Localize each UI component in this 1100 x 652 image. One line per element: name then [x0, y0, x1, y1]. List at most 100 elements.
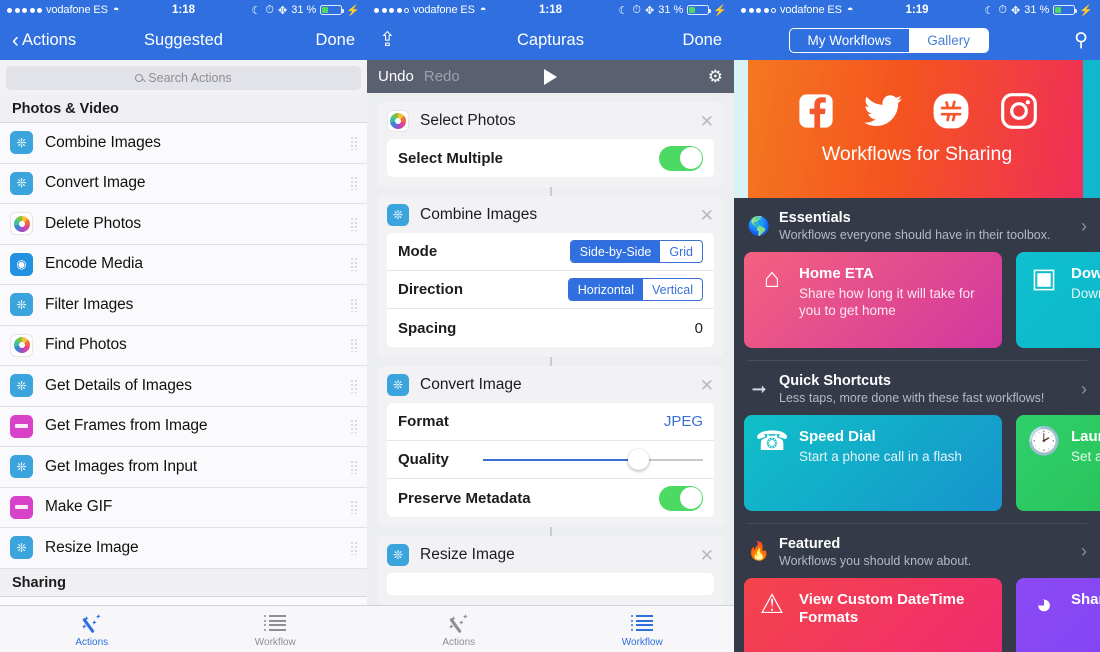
category-header-quick-shortcuts[interactable]: ➞ Quick Shortcuts Less taps, more done w…	[734, 361, 1100, 415]
card-header: ❊ Resize Image ✕	[377, 536, 724, 573]
workflow-steps-list[interactable]: Select Photos ✕ Select Multiple ❊ Combin…	[367, 93, 734, 605]
action-row-delete-photos[interactable]: Delete Photos	[0, 204, 367, 245]
actions-list[interactable]: Photos & Video ❊ Combine Images ❊ Conver…	[0, 95, 367, 637]
battery-icon	[320, 5, 345, 15]
panel-actions-list: vodafone ES ◓ 1:18 ☾ ⏱ ✥ 31 % ⚡ ‹ Action…	[0, 0, 367, 652]
segment-gallery[interactable]: Gallery	[909, 28, 989, 52]
gallery-card-download[interactable]: ▣ Downl Downlo clipboa	[1016, 252, 1100, 349]
search-icon[interactable]: ⚲	[1074, 29, 1088, 52]
chevron-right-icon[interactable]: ›	[1081, 541, 1087, 562]
close-icon[interactable]: ✕	[700, 377, 714, 394]
tab-actions-1[interactable]: ✦ ✦ ✦ ✦ Actions	[0, 610, 184, 648]
param-row-mode[interactable]: Mode Side-by-Side Grid	[387, 233, 714, 271]
close-icon[interactable]: ✕	[700, 547, 714, 564]
action-row-make-gif[interactable]: Make GIF	[0, 487, 367, 528]
category-header-essentials[interactable]: 🌎 Essentials Workflows everyone should h…	[734, 198, 1100, 252]
drag-handle-icon[interactable]	[350, 135, 359, 150]
drag-handle-icon[interactable]	[350, 176, 359, 191]
gallery-card-view-custom-datetime-formats[interactable]: ⚠ View Custom DateTime Formats	[744, 578, 1002, 652]
mode-segmented-control[interactable]: Side-by-Side Grid	[569, 240, 703, 263]
param-row-spacing[interactable]: Spacing 0	[387, 309, 714, 347]
action-row-convert-image[interactable]: ❊ Convert Image	[0, 163, 367, 204]
drag-handle-icon[interactable]	[350, 378, 359, 393]
param-row-select-multiple[interactable]: Select Multiple	[387, 139, 714, 177]
segment-option[interactable]: Side-by-Side	[570, 241, 661, 262]
action-row-encode-media[interactable]: ◉ Encode Media	[0, 244, 367, 285]
segment-option[interactable]: Vertical	[643, 279, 702, 300]
hero-banner-workflows-for-sharing[interactable]: Workflows for Sharing	[734, 60, 1100, 198]
segment-option[interactable]: Grid	[660, 241, 702, 262]
gallery-card-home-eta[interactable]: ⌂ Home ETA Share how long it will take f…	[744, 252, 1002, 349]
workflow-image-icon: ❊	[387, 374, 409, 396]
gallery-card-share[interactable]: ◕ Share	[1016, 578, 1100, 652]
signal-dots-icon	[741, 7, 776, 13]
action-row-combine-images[interactable]: ❊ Combine Images	[0, 123, 367, 164]
workflow-image-icon: ❊	[10, 131, 33, 155]
drag-handle-icon[interactable]	[350, 540, 359, 555]
param-row-direction[interactable]: Direction Horizontal Vertical	[387, 271, 714, 309]
chevron-right-icon[interactable]: ›	[1081, 379, 1087, 400]
action-label: Combine Images	[45, 133, 161, 151]
format-value[interactable]: JPEG	[664, 413, 703, 430]
param-row-preserve-metadata[interactable]: Preserve Metadata	[387, 479, 714, 517]
workflow-card-convert-image[interactable]: ❊ Convert Image ✕ Format JPEG Quality Pr…	[377, 366, 724, 527]
chevron-right-icon[interactable]: ›	[1081, 216, 1087, 237]
drag-handle-icon[interactable]	[350, 419, 359, 434]
tab-workflow-2[interactable]: Workflow	[551, 610, 735, 648]
card-header: Select Photos ✕	[377, 102, 724, 139]
cards-row-featured[interactable]: ⚠ View Custom DateTime Formats ◕ Share	[734, 578, 1100, 652]
redo-button[interactable]: Redo	[424, 68, 460, 85]
drag-handle-icon[interactable]	[350, 338, 359, 353]
quality-slider[interactable]	[483, 449, 703, 471]
preserve-metadata-toggle[interactable]	[659, 485, 703, 511]
action-row-find-photos[interactable]: Find Photos	[0, 325, 367, 366]
play-icon[interactable]	[544, 68, 557, 85]
direction-segmented-control[interactable]: Horizontal Vertical	[567, 278, 703, 301]
done-button-2[interactable]: Done	[683, 31, 722, 50]
gear-icon[interactable]: ⚙	[708, 67, 723, 87]
panel-workflow-editor: vodafone ES ◓ 1:18 ☾ ⏱ ✥ 31 % ⚡ ⇪ Captur…	[367, 0, 734, 652]
select-multiple-toggle[interactable]	[659, 145, 703, 171]
workflow-card-select-photos[interactable]: Select Photos ✕ Select Multiple	[377, 102, 724, 187]
segment-option[interactable]: Horizontal	[568, 279, 643, 300]
segment-my-workflows[interactable]: My Workflows	[790, 29, 910, 52]
drag-handle-icon[interactable]	[350, 459, 359, 474]
param-label: Direction	[398, 281, 464, 298]
drag-handle-icon[interactable]	[350, 257, 359, 272]
share-button[interactable]: ⇪	[379, 30, 396, 50]
flame-icon: 🔥	[747, 541, 771, 562]
gallery-card-speed-dial[interactable]: ☎ Speed Dial Start a phone call in a fla…	[744, 415, 1002, 512]
action-row-resize-image[interactable]: ❊ Resize Image	[0, 528, 367, 569]
twitter-icon	[863, 95, 902, 127]
workflow-card-combine-images[interactable]: ❊ Combine Images ✕ Mode Side-by-Side Gri…	[377, 196, 724, 357]
undo-button[interactable]: Undo	[378, 68, 414, 85]
action-row-filter-images[interactable]: ❊ Filter Images	[0, 285, 367, 326]
param-label: Preserve Metadata	[398, 489, 531, 507]
search-input[interactable]: Search Actions	[6, 66, 361, 90]
wifi-icon: ◓	[479, 4, 487, 16]
drag-handle-icon[interactable]	[350, 500, 359, 515]
cards-row-quick-shortcuts[interactable]: ☎ Speed Dial Start a phone call in a fla…	[734, 415, 1100, 523]
action-row-get-details-of-images[interactable]: ❊ Get Details of Images	[0, 366, 367, 407]
param-label: Mode	[398, 243, 438, 260]
done-button-1[interactable]: Done	[316, 31, 355, 50]
action-row-get-images-from-input[interactable]: ❊ Get Images from Input	[0, 447, 367, 488]
back-button[interactable]: ‹ Actions	[12, 30, 76, 51]
gallery-card-laundry[interactable]: 🕑 Laund Set a re laundry	[1016, 415, 1100, 512]
cards-row-essentials[interactable]: ⌂ Home ETA Share how long it will take f…	[734, 252, 1100, 360]
gallery-segmented-control[interactable]: My Workflows Gallery	[788, 27, 990, 53]
close-icon[interactable]: ✕	[700, 207, 714, 224]
tab-actions-2[interactable]: ✦ ✦ ✦ ✦ Actions	[367, 610, 551, 648]
param-row-quality[interactable]: Quality	[387, 441, 714, 479]
category-header-featured[interactable]: 🔥 Featured Workflows you should know abo…	[734, 524, 1100, 578]
workflow-card-resize-image[interactable]: ❊ Resize Image ✕	[377, 536, 724, 605]
spacing-value[interactable]: 0	[695, 320, 703, 337]
close-icon[interactable]: ✕	[700, 113, 714, 130]
workflow-image-icon: ❊	[10, 455, 33, 479]
drag-handle-icon[interactable]	[350, 216, 359, 231]
carrier-label: vodafone ES	[780, 4, 842, 16]
action-row-get-frames-from-image[interactable]: Get Frames from Image	[0, 406, 367, 447]
drag-handle-icon[interactable]	[350, 297, 359, 312]
tab-workflow-1[interactable]: Workflow	[184, 610, 368, 648]
param-row-format[interactable]: Format JPEG	[387, 403, 714, 441]
